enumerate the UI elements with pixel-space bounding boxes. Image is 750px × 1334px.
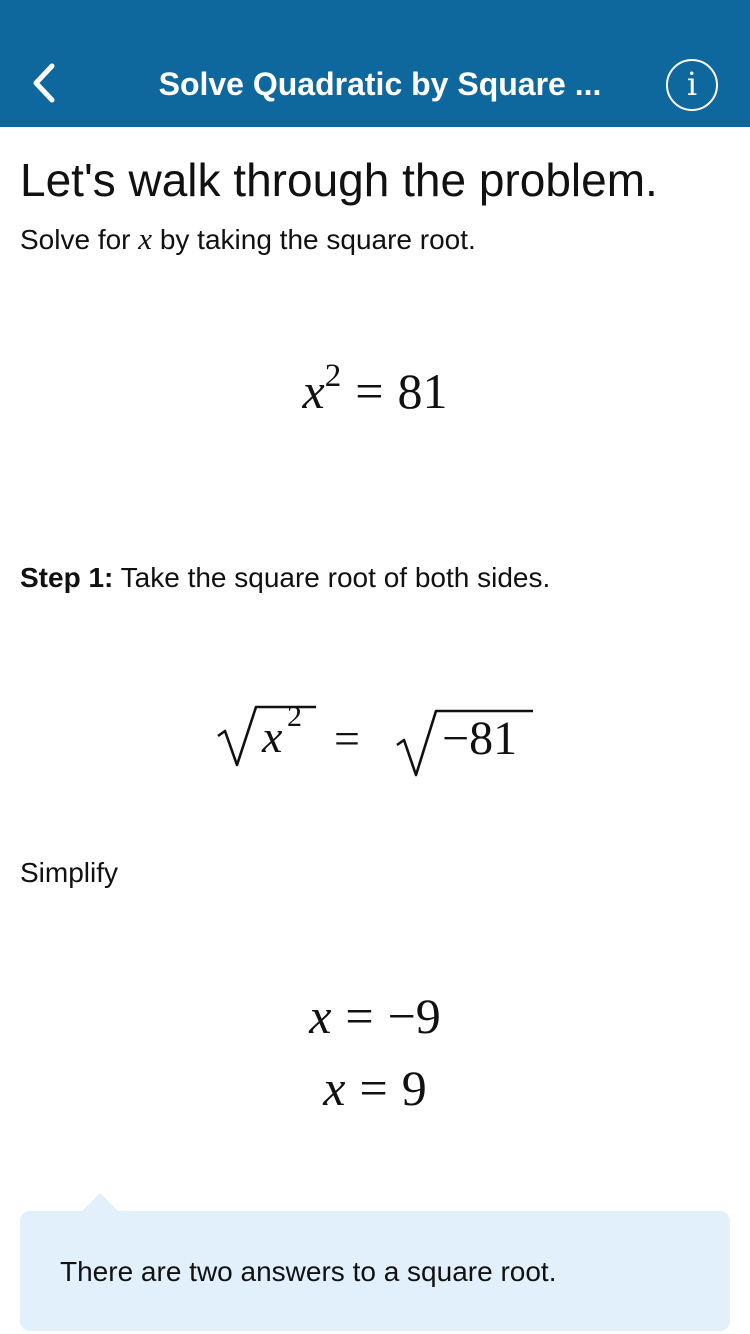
solution-1-value: −9 bbox=[387, 988, 441, 1044]
equation-equals: = bbox=[355, 363, 384, 419]
solution-2-var: x bbox=[323, 1060, 346, 1116]
equation-exponent: 2 bbox=[324, 358, 342, 394]
sqrt-rhs: −81 bbox=[442, 712, 517, 765]
step-1: Step 1: Take the square root of both sid… bbox=[20, 559, 550, 597]
callout-pointer bbox=[82, 1193, 118, 1211]
chevron-left-icon bbox=[33, 63, 55, 103]
instruction-after: by taking the square root. bbox=[159, 224, 476, 255]
simplify-label: Simplify bbox=[20, 857, 119, 888]
solution-2: x = 9 bbox=[0, 1057, 750, 1119]
sqrt-equation-graphic: x 2 = −81 bbox=[217, 700, 533, 777]
walkthrough-heading: Let's walk through the problem. bbox=[20, 154, 658, 206]
page-title: Solve Quadratic by Square ... bbox=[158, 66, 602, 102]
back-button[interactable] bbox=[26, 58, 66, 108]
sqrt-equation: x 2 = −81 bbox=[0, 690, 750, 790]
info-icon: i bbox=[686, 65, 698, 103]
step-1-text: Take the square root of both sides. bbox=[120, 562, 551, 593]
hint-callout: There are two answers to a square root. bbox=[20, 1193, 730, 1331]
hint-text: There are two answers to a square root. bbox=[60, 1256, 557, 1287]
step-1-label: Step 1: bbox=[20, 562, 114, 593]
equation-variable: x bbox=[302, 363, 325, 419]
nav-bar: Solve Quadratic by Square ... i bbox=[0, 0, 750, 127]
instruction-variable: x bbox=[138, 221, 153, 256]
solution-2-equals: = bbox=[359, 1060, 388, 1116]
instruction-text: Solve for x by taking the square root. bbox=[20, 220, 476, 259]
sqrt-equals: = bbox=[334, 713, 360, 764]
instruction-before: Solve for bbox=[20, 224, 131, 255]
solution-1: x = −9 bbox=[0, 985, 750, 1047]
sqrt-lhs-exp: 2 bbox=[287, 700, 302, 733]
equation-rhs: 81 bbox=[397, 363, 448, 419]
info-button[interactable]: i bbox=[666, 59, 718, 111]
solution-2-value: 9 bbox=[401, 1060, 427, 1116]
solution-1-equals: = bbox=[345, 988, 374, 1044]
sqrt-lhs-var: x bbox=[261, 711, 283, 762]
solution-1-var: x bbox=[309, 988, 332, 1044]
problem-equation: x2 = 81 bbox=[0, 358, 750, 431]
